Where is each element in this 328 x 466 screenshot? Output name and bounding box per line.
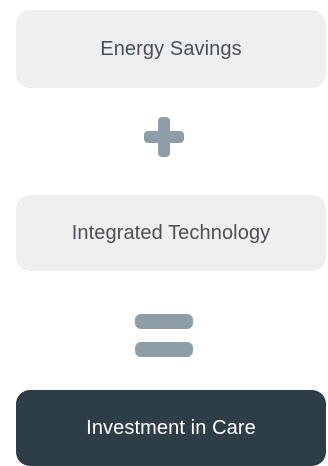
investment-in-care-box: Investment in Care <box>16 390 326 466</box>
plus-operator <box>0 117 328 157</box>
integrated-technology-box: Integrated Technology <box>16 195 326 271</box>
energy-savings-label: Energy Savings <box>100 37 242 60</box>
investment-in-care-label: Investment in Care <box>86 416 256 439</box>
equals-operator <box>0 314 328 358</box>
equals-icon <box>135 314 193 357</box>
integrated-technology-label: Integrated Technology <box>71 221 271 244</box>
plus-icon <box>144 117 184 157</box>
energy-savings-box: Energy Savings <box>16 10 326 88</box>
